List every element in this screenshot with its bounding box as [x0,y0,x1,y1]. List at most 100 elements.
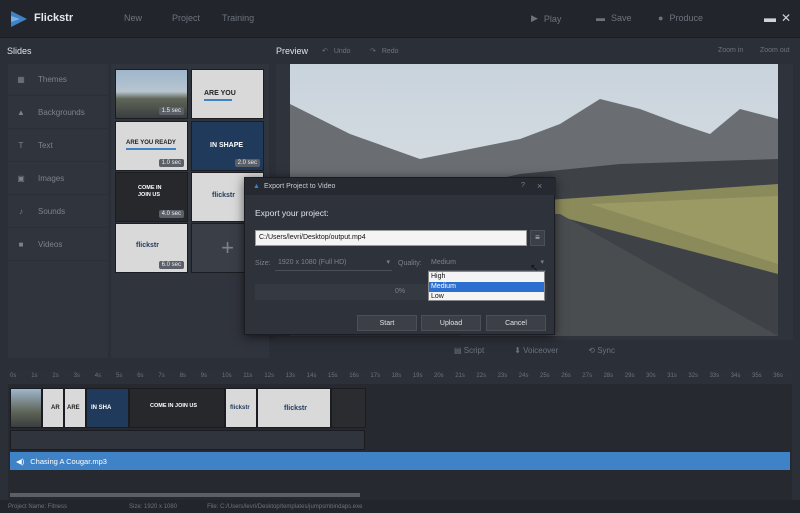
quality-label: Quality: [398,260,422,267]
sync-label: Sync [597,345,616,355]
slide-text: IN SHAPE [210,142,244,149]
ruler-tick: 18s [391,373,402,379]
ruler-tick: 14s [306,373,317,379]
timeline-clip[interactable] [10,388,42,428]
size-value: 1920 x 1080 (Full HD) [278,259,347,266]
close-window-icon[interactable]: ✕ [781,11,791,25]
upload-button[interactable]: Upload [421,315,481,331]
slide-duration: 4.0 sec [158,210,184,218]
zoom-out-button[interactable]: Zoom out [760,47,790,54]
ruler-tick: 2s [52,373,59,379]
timeline-clip[interactable]: IN SHA [86,388,129,428]
menu-project[interactable]: Project [172,13,200,23]
slide-text: flickstr [212,192,235,199]
slide-thumb-7[interactable]: flickstr 6.0 sec [115,223,188,273]
timeline-scrollbar[interactable] [10,493,360,497]
start-button[interactable]: Start [357,315,417,331]
cursor-icon: ↖ [530,263,539,274]
category-text[interactable]: T Text [8,130,108,162]
slide-thumb-2[interactable]: ARE YOU [191,69,264,119]
cancel-button[interactable]: Cancel [486,315,546,331]
save-button[interactable]: ▬ Save [596,13,632,23]
undo-button[interactable]: ↶ Undo [322,47,351,55]
slide-text: ARE YOU [204,90,236,97]
category-sounds[interactable]: ♪ Sounds [8,196,108,228]
slide-duration: 1.0 sec [158,159,184,167]
timeline-ruler[interactable]: 0s 1s 2s 3s 4s 5s 6s 7s 8s 9s 10s 11s 12s 13s 14s 15s 16… [8,370,792,384]
category-images[interactable]: ▣ Images [8,163,108,195]
ruler-tick: 15s [328,373,338,379]
quality-select[interactable]: Medium ▾ [428,257,546,271]
zoom-in-button[interactable]: Zoom in [718,47,743,54]
ruler-tick: 35s [752,373,762,379]
ruler-tick: 12s [264,373,275,379]
slide-duration: 1.5 sec [158,107,184,115]
slide-text: flickstr [136,242,159,249]
slide-text: COME IN JOIN US [138,185,162,198]
ruler-tick: 3s [73,373,80,379]
voiceover-button[interactable]: ⬇ Voiceover [514,346,558,355]
ruler-tick: 11s [243,373,253,379]
ruler-tick: 29s [624,373,635,379]
output-path-input[interactable]: C:/Users/levri/Desktop/output.mp4 [255,230,527,246]
text-icon: T [18,140,24,150]
ruler-tick: 17s [370,373,381,379]
slide-duration: 2.0 sec [234,159,260,167]
quality-option-medium[interactable]: Medium [429,282,544,292]
category-label: Sounds [38,207,66,216]
ruler-tick: 5s [116,373,123,379]
timeline-clip[interactable]: AR [42,388,64,428]
category-label: Themes [38,75,67,84]
category-label: Text [38,141,53,150]
redo-button[interactable]: ↷ Redo [370,47,399,55]
slide-thumb-4[interactable]: IN SHAPE 2.0 sec [191,121,264,171]
timeline-clip-end[interactable] [331,388,366,428]
category-label: Images [38,174,65,183]
ruler-tick: 30s [646,373,656,379]
timeline-clip[interactable]: flickstr [225,388,257,428]
slide-thumb-1[interactable]: 1.5 sec [115,69,188,119]
ruler-tick: 0s [10,373,17,379]
dialog-close-icon[interactable]: × [537,181,542,191]
slide-thumb-5[interactable]: COME IN JOIN US 4.0 sec [115,172,188,222]
sync-button[interactable]: ⟲ Sync [588,346,615,355]
menu-new[interactable]: New [124,13,142,23]
dialog-logo-icon: ▲ [253,183,260,190]
audio-track[interactable]: ◀) Chasing A Cougar.mp3 [10,452,790,470]
play-button[interactable]: ▶ Play [531,13,561,24]
category-themes[interactable]: ▦ Themes [8,64,108,96]
size-label: Size: [255,260,271,267]
ruler-tick: 28s [603,373,614,379]
ruler-tick: 6s [137,373,144,379]
status-size: Size: 1920 x 1080 [129,503,178,510]
app-name: Flickstr [34,12,74,24]
ruler-tick: 33s [709,373,720,379]
redo-label: Redo [381,48,399,55]
script-button[interactable]: ▤ Script [454,346,484,355]
produce-icon: ● [658,13,664,23]
produce-button[interactable]: ● Produce [658,13,703,23]
menu-training[interactable]: Training [222,13,254,23]
browse-button[interactable]: ≡ [530,230,545,246]
play-icon: ▶ [531,13,538,23]
quality-value: Medium [431,259,456,266]
size-select[interactable]: 1920 x 1080 (Full HD) ▾ [275,257,392,271]
timeline-clip[interactable]: flickstr [257,388,331,428]
timeline-clip[interactable]: ARE [64,388,86,428]
quality-option-low[interactable]: Low [429,292,544,302]
images-icon: ▣ [17,173,25,183]
ruler-tick: 13s [285,373,296,379]
help-icon[interactable]: ? [521,182,525,189]
timeline-clip[interactable]: COME IN JOIN US [129,388,225,428]
play-label: Play [543,13,562,24]
category-backgrounds[interactable]: ▲ Backgrounds [8,97,108,129]
dialog-titlebar: ▲ Export Project to Video [245,178,556,195]
category-videos[interactable]: ■ Videos [8,229,108,261]
ruler-tick: 9s [200,373,208,379]
quality-option-high[interactable]: High [429,272,544,282]
timeline-overlay-track[interactable] [10,430,365,450]
ruler-tick: 32s [688,373,699,379]
ruler-tick: 16s [349,373,359,379]
minimize-icon[interactable]: ▬ [764,11,776,25]
slide-thumb-3[interactable]: ARE YOU READY 1.0 sec [115,121,188,171]
